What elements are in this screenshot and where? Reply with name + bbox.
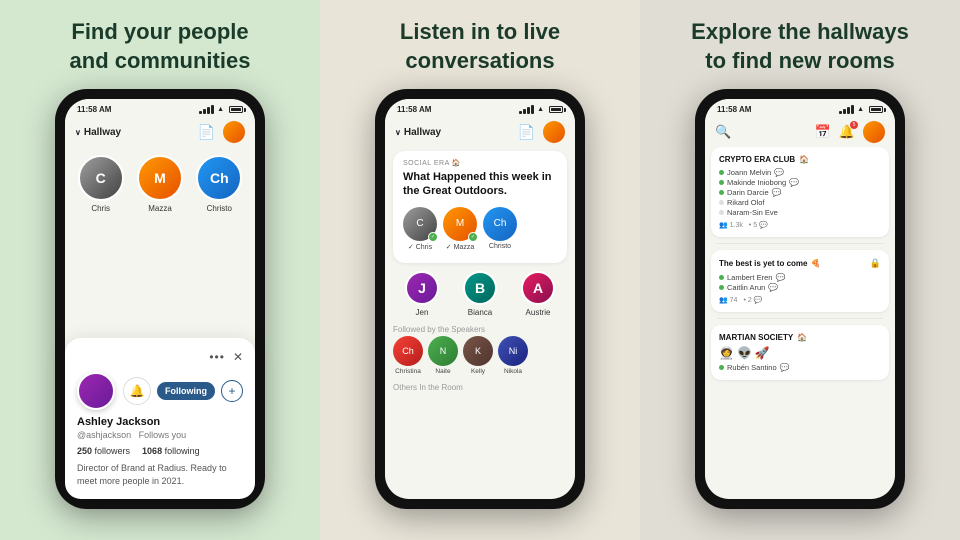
time-mid: 11:58 AM — [397, 105, 431, 114]
member-naram: Naram-Sin Eve — [719, 208, 881, 217]
panel-left-title: Find your peopleand communities — [70, 18, 251, 75]
doc-icon[interactable]: 📄 — [198, 124, 215, 141]
search-bar: 🔍 📅 🔔 5 — [705, 117, 895, 147]
hallway-label-left[interactable]: ∨ Hallway — [75, 127, 121, 138]
avatar-header-mid[interactable] — [543, 121, 565, 143]
add-button[interactable]: + — [221, 380, 243, 402]
avatar-austrie[interactable]: A Austrie — [521, 271, 555, 317]
time-right: 11:58 AM — [717, 105, 751, 114]
avatar-header-right[interactable] — [863, 121, 885, 143]
avatar-bianca[interactable]: B Bianca — [463, 271, 497, 317]
card-name: Ashley Jackson — [77, 416, 243, 428]
avatar-mazza[interactable]: M Mazza — [137, 155, 183, 213]
member-ruben: Rubén Santino 💬 — [719, 363, 881, 372]
avatar-christo-img: Ch — [196, 155, 242, 201]
avatar-christina[interactable]: Ch Christina — [393, 336, 423, 375]
phone-left-header: ∨ Hallway 📄 — [65, 117, 255, 147]
lock-icon: 🔒 — [870, 258, 881, 269]
hallway-stats-crypto: 👥 1.3k • 5 💬 — [719, 221, 881, 229]
chevron-icon: ∨ — [395, 128, 401, 137]
notif-badge: 5 — [850, 121, 858, 129]
more-icon[interactable]: ••• — [209, 350, 225, 364]
hallway-name-best: The best is yet to come — [719, 259, 807, 268]
room-card[interactable]: SOCIAL ERA 🏠 What Happened this week in … — [393, 151, 567, 263]
avatar-jen-img: J — [405, 271, 439, 305]
avatar-naite-img: N — [428, 336, 458, 366]
profile-card: ••• ✕ 🔔 Following + Ashley Jackson @ashj… — [65, 338, 255, 499]
time-left: 11:58 AM — [77, 105, 111, 114]
bell-button[interactable]: 🔔 — [123, 377, 151, 405]
avatar-header[interactable] — [223, 121, 245, 143]
room-source: SOCIAL ERA 🏠 — [403, 159, 557, 167]
speaker-badge: ✓ — [428, 232, 438, 242]
avatar-nikola-img: Ni — [498, 336, 528, 366]
close-icon[interactable]: ✕ — [233, 350, 243, 364]
panel-mid: Listen in to liveconversations 11:58 AM … — [320, 0, 640, 540]
member-joann: Joann Melvin 💬 — [719, 168, 881, 177]
speaker-chris[interactable]: C ✓ ✓ Chris — [403, 207, 437, 251]
hallway-card-best[interactable]: The best is yet to come 🍕 🔒 Lambert Eren… — [711, 250, 889, 312]
panel-mid-title: Listen in to liveconversations — [400, 18, 560, 75]
hallway-list: CRYPTO ERA CLUB 🏠 Joann Melvin 💬 Makinde… — [705, 147, 895, 499]
card-handle: @ashjackson Follows you — [77, 430, 243, 440]
listeners-row: J Jen B Bianca A Austrie — [385, 267, 575, 321]
calendar-icon[interactable]: 📅 — [815, 124, 831, 140]
chevron-icon: ∨ — [75, 128, 81, 137]
avatar-kelly[interactable]: K Kelly — [463, 336, 493, 375]
statusbar-right: 11:58 AM ▲ — [705, 99, 895, 117]
followed-row: Ch Christina N Naite K Kelly Ni Nikola — [393, 336, 567, 375]
avatar-naite[interactable]: N Naite — [428, 336, 458, 375]
avatar-chris-img: C — [78, 155, 124, 201]
speaker-mazza[interactable]: M ✓ ✓ Mazza — [443, 207, 477, 251]
avatar-chris[interactable]: C Chris — [78, 155, 124, 213]
panel-right-title: Explore the hallwaysto find new rooms — [691, 18, 909, 75]
following-button[interactable]: Following — [157, 382, 215, 400]
avatar-austrie-img: A — [521, 271, 555, 305]
avatar-christina-img: Ch — [393, 336, 423, 366]
member-lambert: Lambert Eren 💬 — [719, 273, 881, 282]
hallway-card-martian[interactable]: MARTIAN SOCIETY 🏠 🧑‍🚀 👽 🚀 Rubén Santino … — [711, 325, 889, 380]
avatar-nikola[interactable]: Ni Nikola — [498, 336, 528, 375]
member-rikard: Rikard Olof — [719, 198, 881, 207]
avatar-christo[interactable]: Ch Christo — [196, 155, 242, 213]
followed-label: Followed by the Speakers — [393, 325, 567, 334]
hallway-name-martian: MARTIAN SOCIETY — [719, 333, 793, 342]
avatar-bianca-img: B — [463, 271, 497, 305]
doc-icon-mid[interactable]: 📄 — [518, 124, 535, 141]
statusbar-mid: 11:58 AM ▲ — [385, 99, 575, 117]
member-caitlin: Caitlin Arun 💬 — [719, 283, 881, 292]
notification-icon[interactable]: 🔔 5 — [839, 124, 855, 140]
speakers-row: C ✓ ✓ Chris M ✓ ✓ Mazza Ch — [403, 207, 557, 251]
hallway-card-crypto[interactable]: CRYPTO ERA CLUB 🏠 Joann Melvin 💬 Makinde… — [711, 147, 889, 237]
phone-left: 11:58 AM ▲ ∨ Hallway — [55, 89, 265, 509]
avatar-mazza-img: M — [137, 155, 183, 201]
card-avatar — [77, 372, 115, 410]
panel-left: Find your peopleand communities 11:58 AM… — [0, 0, 320, 540]
following-stat: 1068 following — [142, 446, 200, 456]
avatar-row: C Chris M Mazza Ch Christo — [65, 147, 255, 217]
member-darin: Darin Darcie 💬 — [719, 188, 881, 197]
speaker-christo-img: Ch — [483, 207, 517, 241]
search-icon[interactable]: 🔍 — [715, 124, 731, 140]
phone-right: 11:58 AM ▲ 🔍 📅 — [695, 89, 905, 509]
hallway-label-mid[interactable]: ∨ Hallway — [395, 127, 441, 138]
avatar-kelly-img: K — [463, 336, 493, 366]
hallway-stats-best: 👥 74 • 2 💬 — [719, 296, 881, 304]
phone-mid: 11:58 AM ▲ ∨ Hallway — [375, 89, 585, 509]
panel-right: Explore the hallwaysto find new rooms 11… — [640, 0, 960, 540]
room-title: What Happened this week in the Great Out… — [403, 170, 557, 199]
phone-mid-header: ∨ Hallway 📄 — [385, 117, 575, 147]
hallway-name-crypto: CRYPTO ERA CLUB — [719, 155, 795, 164]
others-label: Others In the Room — [393, 383, 567, 392]
speaker-chris-img: C ✓ — [403, 207, 437, 241]
statusbar-left: 11:58 AM ▲ — [65, 99, 255, 117]
speaker-christo[interactable]: Ch Christo — [483, 207, 517, 251]
card-bio: Director of Brand at Radius. Ready to me… — [77, 462, 243, 487]
member-makinde: Makinde Iniobong 💬 — [719, 178, 881, 187]
speaker-badge2: ✓ — [468, 232, 478, 242]
avatar-jen[interactable]: J Jen — [405, 271, 439, 317]
speaker-mazza-img: M ✓ — [443, 207, 477, 241]
followers-stat: 250 followers — [77, 446, 130, 456]
